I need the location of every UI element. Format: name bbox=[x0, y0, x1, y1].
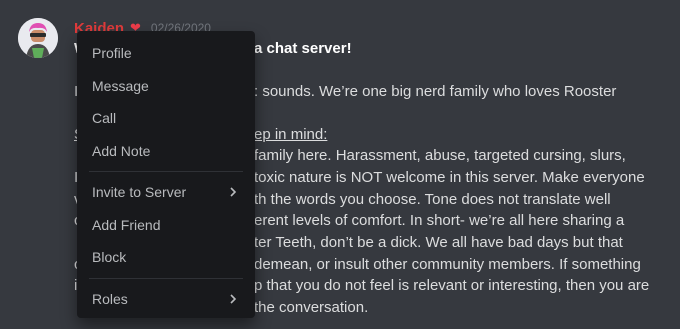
menu-item-roles[interactable]: Roles bbox=[85, 283, 247, 316]
message-line-6: erent levels of comfort. In short- we’re… bbox=[254, 212, 625, 229]
message-line-10: the conversation. bbox=[254, 299, 369, 316]
message-line-2: ep in mind: bbox=[254, 126, 328, 143]
chevron-right-icon bbox=[226, 292, 240, 306]
menu-separator bbox=[89, 277, 243, 279]
menu-item-label: Profile bbox=[92, 45, 132, 62]
menu-item-add-note[interactable]: Add Note bbox=[85, 135, 247, 168]
message-line-1: : sounds. We’re one big nerd family who … bbox=[254, 83, 617, 100]
menu-item-label: Message bbox=[92, 77, 149, 94]
menu-item-label: Call bbox=[92, 110, 117, 127]
menu-item-block[interactable]: Block bbox=[85, 241, 247, 274]
menu-item-label: Add Note bbox=[92, 142, 151, 159]
user-context-menu: Profile Message Call Add Note Invite to … bbox=[77, 31, 255, 318]
menu-separator bbox=[89, 171, 243, 172]
message-line-0: a chat server! bbox=[254, 40, 352, 57]
message-line-3: family here. Harassment, abuse, targeted… bbox=[254, 147, 626, 164]
menu-item-label: Add Friend bbox=[92, 216, 161, 233]
message-line-5: th the words you choose. Tone does not t… bbox=[254, 191, 611, 208]
message-line-9: p that you do not feel is relevant or in… bbox=[254, 277, 650, 294]
avatar[interactable] bbox=[18, 18, 58, 58]
chevron-right-icon bbox=[226, 185, 240, 199]
avatar-image bbox=[18, 18, 58, 58]
menu-item-invite-to-server[interactable]: Invite to Server bbox=[85, 176, 247, 209]
message-line-8: demean, or insult other community member… bbox=[254, 256, 641, 273]
menu-item-label: Block bbox=[92, 249, 127, 266]
menu-item-call[interactable]: Call bbox=[85, 102, 247, 135]
menu-item-label: Invite to Server bbox=[92, 184, 187, 201]
message-line-7: ter Teeth, don’t be a dick. We all have … bbox=[254, 234, 623, 251]
menu-item-message[interactable]: Message bbox=[85, 70, 247, 103]
message-line-4: toxic nature is NOT welcome in this serv… bbox=[254, 169, 645, 186]
menu-item-label: Roles bbox=[92, 290, 128, 307]
menu-item-add-friend[interactable]: Add Friend bbox=[85, 209, 247, 242]
menu-item-profile[interactable]: Profile bbox=[85, 37, 247, 70]
